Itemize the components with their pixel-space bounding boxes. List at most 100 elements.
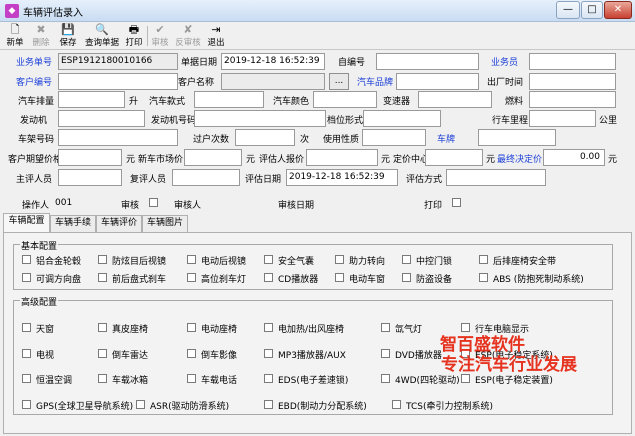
basic-config-option-checkbox[interactable] — [264, 255, 273, 264]
advanced-config-option-checkbox[interactable] — [461, 374, 470, 383]
basic-config-option-checkbox[interactable] — [479, 255, 488, 264]
unapprove-button[interactable]: ✘ 反审核 — [173, 23, 203, 49]
review-assessor-field[interactable] — [172, 169, 240, 186]
displacement-field[interactable] — [58, 91, 125, 108]
tab-vehicle-documents[interactable]: 车辆手续 — [50, 215, 96, 232]
main-assessor-field[interactable] — [58, 169, 122, 186]
basic-config-option[interactable]: 防炫目后视镜 — [98, 254, 198, 267]
advanced-config-option[interactable]: TCS(牵引力控制系统) — [392, 399, 502, 412]
assess-method-field[interactable] — [446, 169, 546, 186]
basic-config-option-label: CD播放器 — [278, 275, 319, 285]
advanced-config-option-checkbox[interactable] — [98, 349, 107, 358]
audit-checkbox[interactable] — [149, 198, 158, 207]
basic-config-option-checkbox[interactable] — [187, 273, 196, 282]
mileage-field[interactable] — [529, 110, 596, 127]
salesman-field[interactable] — [529, 53, 616, 70]
advanced-config-option-checkbox[interactable] — [187, 374, 196, 383]
exit-button[interactable]: ⇥ 退出 — [205, 23, 227, 49]
customer-no-field[interactable] — [58, 73, 178, 90]
usage-field[interactable] — [362, 129, 426, 146]
tab-vehicle-evaluation[interactable]: 车辆评价 — [96, 215, 142, 232]
advanced-config-option-checkbox[interactable] — [187, 349, 196, 358]
advanced-config-option-checkbox[interactable] — [264, 374, 273, 383]
engine-label: 发动机 — [20, 116, 48, 126]
customer-browse-button[interactable]: ... — [329, 73, 349, 90]
price-center-field[interactable] — [425, 149, 483, 166]
advanced-config-option-checkbox[interactable] — [381, 349, 390, 358]
advanced-config-option-checkbox[interactable] — [22, 349, 31, 358]
model-field[interactable] — [194, 91, 264, 108]
advanced-config-option-checkbox[interactable] — [381, 374, 390, 383]
basic-config-option[interactable]: 后排座椅安全带 — [479, 254, 579, 267]
basic-config-option-checkbox[interactable] — [264, 273, 273, 282]
save-button[interactable]: 💾 保存 — [56, 23, 80, 49]
final-price-field[interactable]: 0.00 — [543, 149, 605, 166]
advanced-config-option-checkbox[interactable] — [264, 349, 273, 358]
advanced-config-option[interactable]: ASR(驱动防滑系统) — [136, 399, 246, 412]
displacement-label: 汽车排量 — [18, 97, 55, 107]
advanced-config-option-label: TCS(牵引力控制系统) — [406, 402, 493, 412]
engine-field[interactable] — [58, 110, 145, 127]
search-doc-button[interactable]: 🔍 查询单据 — [82, 23, 122, 49]
delete-button[interactable]: ✖ 删除 — [29, 23, 53, 49]
assess-date-field[interactable]: 2019-12-18 16:52:39 — [286, 169, 398, 186]
basic-config-option-checkbox[interactable] — [22, 255, 31, 264]
order-date-field[interactable]: 2019-12-18 16:52:39 — [221, 53, 325, 70]
transfer-field[interactable] — [235, 129, 295, 146]
new-price-field[interactable] — [184, 149, 242, 166]
expect-price-field[interactable] — [58, 149, 122, 166]
basic-config-option[interactable]: ABS (防抱死制动系统) — [479, 272, 584, 285]
basic-config-option[interactable]: 前后盘式刹车 — [98, 272, 198, 285]
tab-vehicle-config[interactable]: 车辆配置 — [3, 213, 50, 232]
basic-config-option-label: 防炫目后视镜 — [112, 257, 167, 267]
mileage-label: 行车里程 — [492, 116, 529, 126]
advanced-config-option[interactable]: 电加热/出风座椅 — [264, 322, 374, 335]
order-no-field[interactable]: ESP1912180010166 — [58, 53, 178, 70]
gearbox-field[interactable] — [418, 91, 492, 108]
advanced-config-option[interactable]: EBD(制动力分配系统) — [264, 399, 374, 412]
basic-config-option-checkbox[interactable] — [98, 273, 107, 282]
frame-no-field[interactable] — [58, 129, 178, 146]
title-bar: ◆ 车辆评估录入 — □ ✕ — [0, 0, 635, 22]
basic-config-option-checkbox[interactable] — [479, 273, 488, 282]
factory-date-field[interactable] — [529, 73, 616, 90]
basic-config-option-checkbox[interactable] — [335, 273, 344, 282]
advanced-config-option-checkbox[interactable] — [22, 374, 31, 383]
customer-name-field[interactable] — [221, 73, 325, 90]
advanced-config-option-checkbox[interactable] — [98, 323, 107, 332]
new-button[interactable]: 🗋 新单 — [3, 23, 27, 49]
basic-config-option-checkbox[interactable] — [22, 273, 31, 282]
advanced-config-option[interactable]: GPS(全球卫星导航系统) — [22, 399, 133, 412]
advanced-config-option-checkbox[interactable] — [136, 400, 145, 409]
print-button[interactable]: 🖶 打印 — [123, 23, 145, 49]
advanced-config-option-checkbox[interactable] — [22, 400, 31, 409]
basic-config-option-checkbox[interactable] — [402, 273, 411, 282]
gear-type-field[interactable] — [363, 110, 441, 127]
basic-config-option-checkbox[interactable] — [335, 255, 344, 264]
tab-vehicle-images[interactable]: 车辆图片 — [142, 215, 188, 232]
advanced-config-option[interactable]: EDS(电子差速锁) — [264, 373, 374, 386]
basic-config-option-checkbox[interactable] — [187, 255, 196, 264]
color-field[interactable] — [313, 91, 377, 108]
minimize-button[interactable]: — — [556, 1, 580, 19]
advanced-config-option-checkbox[interactable] — [381, 323, 390, 332]
assessor-quote-field[interactable] — [306, 149, 378, 166]
advanced-config-option-checkbox[interactable] — [98, 374, 107, 383]
advanced-config-option[interactable]: MP3播放器/AUX — [264, 348, 374, 361]
close-button[interactable]: ✕ — [604, 1, 632, 19]
basic-config-option-checkbox[interactable] — [402, 255, 411, 264]
engine-no-field[interactable] — [194, 110, 326, 127]
basic-config-option-checkbox[interactable] — [98, 255, 107, 264]
brand-field[interactable] — [396, 73, 479, 90]
print-checkbox[interactable] — [452, 198, 461, 207]
advanced-config-option-checkbox[interactable] — [264, 323, 273, 332]
approve-button[interactable]: ✔ 审核 — [149, 23, 171, 49]
advanced-config-option-checkbox[interactable] — [187, 323, 196, 332]
advanced-config-option-checkbox[interactable] — [22, 323, 31, 332]
fuel-field[interactable] — [529, 91, 616, 108]
self-no-field[interactable] — [376, 53, 479, 70]
plate-field[interactable] — [478, 129, 556, 146]
advanced-config-option-checkbox[interactable] — [392, 400, 401, 409]
advanced-config-option-checkbox[interactable] — [264, 400, 273, 409]
maximize-button[interactable]: □ — [581, 1, 603, 19]
